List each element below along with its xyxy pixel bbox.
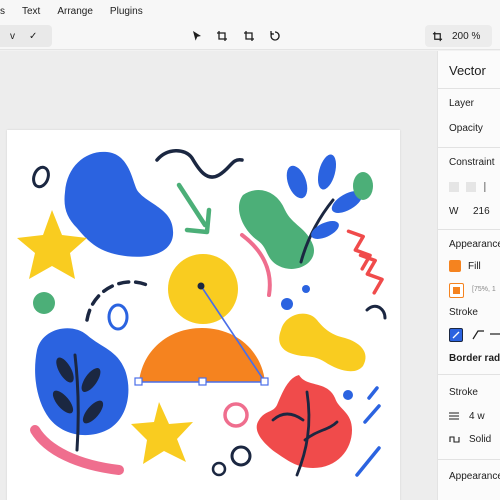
stroke-style-icon (449, 436, 460, 443)
red-zigzag (358, 253, 384, 295)
blue-oval (107, 303, 129, 331)
fill-color-swatch[interactable] (449, 260, 461, 272)
move-tool-button[interactable] (188, 27, 206, 45)
red-zigzag (346, 229, 372, 271)
check-icon: ✓ (29, 30, 38, 42)
divider (438, 374, 500, 375)
fill-label: Fill (468, 261, 481, 272)
artboard[interactable] (7, 130, 400, 500)
rotate-tool-button[interactable] (266, 27, 284, 45)
blue-leaf (286, 165, 308, 199)
fill-swatch-selected[interactable] (449, 283, 464, 298)
stroke-weight-icon (449, 412, 459, 420)
illustration (17, 149, 387, 477)
corner-icon (472, 330, 500, 340)
appearance-heading: Appearance (449, 239, 500, 250)
width-value-field[interactable]: 216 (473, 206, 490, 217)
black-ring (230, 445, 252, 467)
border-radius-label: Border radius (449, 353, 500, 364)
blue-leaf (317, 154, 337, 190)
mode-dropdown[interactable]: v ✓ (0, 25, 52, 47)
green-leaf-right (353, 172, 373, 200)
pink-ring (223, 402, 249, 428)
yellow-star-bottom (131, 402, 193, 464)
zoom-control[interactable]: 200 % (425, 25, 492, 47)
black-arc (365, 304, 387, 320)
blue-dash (363, 404, 381, 424)
menu-item-plugins[interactable]: Plugins (110, 6, 143, 17)
appearance-heading-2: Appearance (449, 471, 500, 482)
divider (438, 459, 500, 460)
menu-item-arrange[interactable]: Arrange (57, 6, 93, 17)
mode-label: v (10, 30, 15, 42)
panel-title: Vector (449, 63, 486, 78)
constraint-icon (449, 182, 486, 192)
blue-leaf (311, 221, 339, 239)
selection-handle (260, 377, 269, 386)
black-ring-small (211, 461, 227, 477)
stroke-label: Stroke (449, 307, 478, 318)
blue-dot (281, 298, 293, 310)
toolbar: v ✓ 200 % (0, 22, 500, 50)
stroke-weight-value[interactable]: 4 w (469, 411, 485, 422)
green-dot (33, 292, 55, 314)
pen-icon (452, 331, 460, 339)
divider (438, 147, 500, 148)
canvas-workspace[interactable] (0, 51, 437, 500)
fill-value[interactable]: [75%, 1 (472, 286, 496, 293)
menu-item-text[interactable]: Text (22, 6, 40, 17)
zoom-value: 200 % (452, 30, 481, 42)
divider (438, 229, 500, 230)
crop-tool-button[interactable] (240, 27, 258, 45)
crop-frame-icon (432, 31, 443, 41)
stroke-weight-control[interactable] (449, 411, 459, 424)
menu-bar: s Text Arrange Plugins (0, 0, 500, 22)
stroke-color-swatch[interactable] (449, 328, 463, 342)
crop-icon (244, 31, 254, 41)
width-label: W (449, 206, 459, 217)
blue-dash (355, 446, 381, 477)
green-arrow (176, 182, 212, 235)
blue-dash (367, 386, 379, 400)
stroke-corner-control[interactable] (472, 328, 500, 343)
anchor-point (197, 282, 205, 290)
blue-blob-bottom (35, 328, 129, 436)
frame-icon (217, 31, 227, 41)
black-wave-line (155, 149, 244, 179)
properties-panel: Vector Layer Opacity Constraint W 216 Ap… (437, 51, 500, 500)
rotate-icon (270, 31, 280, 41)
stroke-style-control[interactable] (449, 434, 460, 447)
selection-handle (198, 377, 207, 386)
yellow-blob-right (279, 313, 366, 372)
layer-heading: Layer (449, 98, 475, 109)
dashed-arc (85, 280, 149, 322)
opacity-label[interactable]: Opacity (449, 123, 483, 134)
cursor-icon (193, 31, 201, 41)
blue-dot (302, 285, 310, 293)
selection-handle (134, 377, 143, 386)
constraint-controls[interactable] (449, 181, 494, 196)
menu-item-truncated[interactable]: s (0, 6, 5, 17)
blue-dot (343, 390, 353, 400)
stroke-heading: Stroke (449, 387, 478, 398)
black-ring-shape (32, 165, 50, 189)
frame-tool-button[interactable] (213, 27, 231, 45)
stroke-style-value[interactable]: Solid (469, 434, 491, 445)
divider (438, 88, 500, 89)
constraint-heading: Constraint (449, 157, 495, 168)
